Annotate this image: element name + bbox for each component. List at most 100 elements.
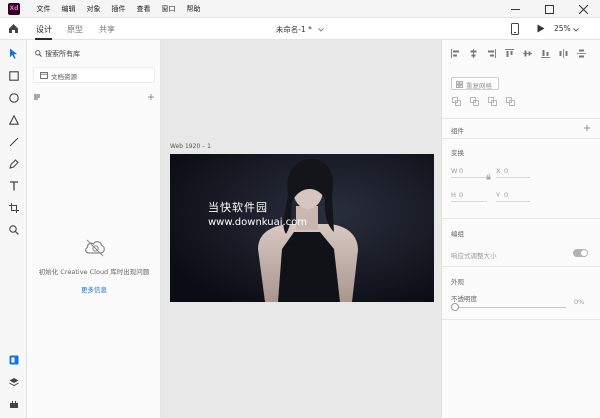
document-title[interactable]: 未命名-1 * xyxy=(0,24,600,35)
library-icon xyxy=(9,355,18,364)
tool-rail xyxy=(0,40,27,418)
artboard-tool[interactable] xyxy=(7,201,20,214)
appearance-label: 外观 xyxy=(451,278,464,286)
menu-bar: Xd 文件 编辑 对象 插件 查看 窗口 帮助 xyxy=(0,0,600,18)
phone-icon xyxy=(511,23,519,35)
maximize-button[interactable] xyxy=(532,0,566,18)
menu-window[interactable]: 窗口 xyxy=(156,0,181,18)
boolean-exclude-icon[interactable] xyxy=(506,97,515,106)
menu-object[interactable]: 对象 xyxy=(81,0,106,18)
x-label: X xyxy=(496,167,501,175)
minimize-icon xyxy=(510,8,520,10)
artboard[interactable]: 当快软件园 www.downkuai.com xyxy=(170,154,434,302)
x-input[interactable]: 0 xyxy=(504,167,508,175)
align-left-icon[interactable] xyxy=(451,49,460,58)
opacity-slider-handle[interactable] xyxy=(451,303,459,311)
ellipse-icon xyxy=(8,92,19,103)
document-assets-item[interactable]: 文档资源 xyxy=(33,67,155,83)
line-icon xyxy=(9,137,18,146)
search-icon xyxy=(35,50,42,57)
ellipse-tool[interactable] xyxy=(7,91,20,104)
more-info-link[interactable]: 更多信息 xyxy=(27,284,161,294)
zoom-tool[interactable] xyxy=(7,223,20,236)
artboard-photo xyxy=(170,154,434,302)
search-input[interactable]: 搜索所有库 xyxy=(45,49,80,59)
libraries-header xyxy=(33,92,155,104)
add-icon[interactable] xyxy=(148,94,154,100)
document-assets-label: 文档资源 xyxy=(51,73,77,81)
maximize-icon xyxy=(544,4,554,14)
boolean-subtract-icon[interactable] xyxy=(470,97,479,106)
divider xyxy=(442,138,600,139)
rectangle-icon xyxy=(8,70,19,81)
divider xyxy=(442,266,600,267)
menu-items: 文件 编辑 对象 插件 查看 窗口 帮助 xyxy=(31,0,206,18)
watermark-title: 当快软件园 xyxy=(208,201,268,214)
triangle-icon xyxy=(8,114,19,125)
opacity-slider-track[interactable] xyxy=(458,307,566,308)
libraries-panel: 搜索所有库 文档资源 初始化 Creative Cloud 库时出现问题 更多信… xyxy=(27,40,161,418)
align-bottom-icon[interactable] xyxy=(541,49,550,58)
close-button[interactable] xyxy=(566,0,600,18)
line-tool[interactable] xyxy=(7,135,20,148)
artboard-label[interactable]: Web 1920 – 1 xyxy=(170,143,211,150)
close-icon xyxy=(578,4,588,14)
divider xyxy=(442,118,600,119)
divider xyxy=(442,319,600,320)
width-input[interactable]: 0 xyxy=(459,167,463,175)
menu-plugins[interactable]: 插件 xyxy=(106,0,131,18)
library-search[interactable]: 搜索所有库 xyxy=(33,48,155,60)
rectangle-tool[interactable] xyxy=(7,69,20,82)
text-tool[interactable] xyxy=(7,179,20,192)
toggle-knob xyxy=(581,250,587,256)
opacity-label: 不透明度 xyxy=(451,295,477,303)
boolean-intersect-icon[interactable] xyxy=(488,97,497,106)
preview-play-button[interactable] xyxy=(537,24,545,35)
align-right-icon[interactable] xyxy=(487,49,496,58)
align-center-icon[interactable] xyxy=(469,49,478,58)
distribute-horizontal-icon[interactable] xyxy=(559,49,568,58)
magnifier-icon xyxy=(8,224,19,235)
opacity-value[interactable]: 0% xyxy=(574,298,584,306)
responsive-resize-toggle[interactable] xyxy=(573,249,588,257)
pen-tool[interactable] xyxy=(7,157,20,170)
zoom-level[interactable]: 25% xyxy=(554,24,571,33)
repeat-grid-button[interactable]: 重复网格 xyxy=(451,77,499,90)
menu-view[interactable]: 查看 xyxy=(131,0,156,18)
polygon-tool[interactable] xyxy=(7,113,20,126)
height-input[interactable]: 0 xyxy=(459,191,463,199)
components-label: 组件 xyxy=(451,127,464,135)
distribute-vertical-icon[interactable] xyxy=(577,49,586,58)
add-component-icon[interactable] xyxy=(584,125,590,131)
x-underline xyxy=(496,177,530,178)
boolean-add-icon[interactable] xyxy=(452,97,461,106)
lock-aspect-icon[interactable] xyxy=(486,174,491,180)
play-icon xyxy=(537,24,545,33)
plugins-panel-button[interactable] xyxy=(7,397,20,410)
minimize-button[interactable] xyxy=(498,0,532,18)
menu-help[interactable]: 帮助 xyxy=(181,0,206,18)
layers-panel-button[interactable] xyxy=(7,375,20,388)
height-label: H xyxy=(451,191,456,199)
pointer-icon xyxy=(10,48,17,59)
select-tool[interactable] xyxy=(7,47,20,60)
window-controls xyxy=(498,0,600,18)
menu-file[interactable]: 文件 xyxy=(31,0,56,18)
artboard-icon xyxy=(8,202,19,213)
canvas-area[interactable]: Web 1920 – 1 当快软件园 www.downkuai.com xyxy=(161,40,441,418)
watermark-url: www.downkuai.com xyxy=(208,217,308,228)
menu-edit[interactable]: 编辑 xyxy=(56,0,81,18)
align-top-icon[interactable] xyxy=(505,49,514,58)
height-underline xyxy=(451,201,487,202)
list-icon[interactable] xyxy=(34,94,40,100)
libraries-panel-button[interactable] xyxy=(7,353,20,366)
grid-icon xyxy=(456,81,463,88)
align-middle-icon[interactable] xyxy=(523,49,532,58)
library-error-message: 初始化 Creative Cloud 库时出现问题 xyxy=(38,268,150,276)
responsive-resize-label: 响应式调整大小 xyxy=(451,252,497,260)
top-toolbar: 设计 原型 共享 未命名-1 * 25% xyxy=(0,18,600,40)
text-icon xyxy=(9,180,18,190)
zoom-dropdown[interactable] xyxy=(573,26,579,34)
device-preview-button[interactable] xyxy=(511,23,519,37)
y-input[interactable]: 0 xyxy=(504,191,508,199)
